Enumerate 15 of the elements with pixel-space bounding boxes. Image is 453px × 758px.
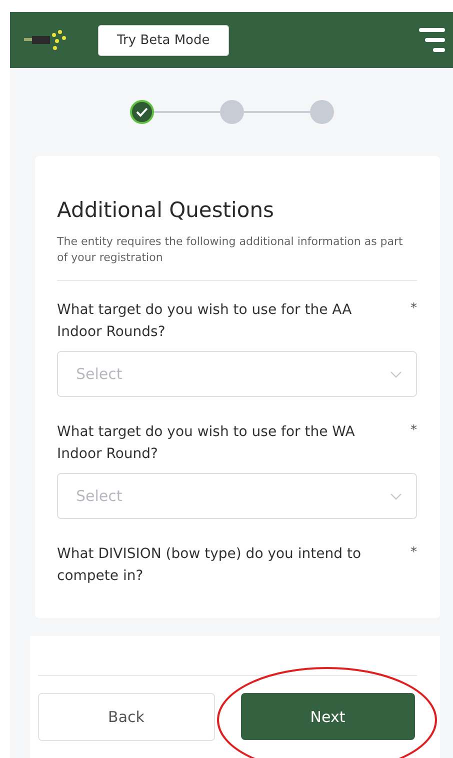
form-title: Additional Questions: [57, 198, 275, 222]
required-asterisk: *: [410, 300, 417, 318]
required-asterisk: *: [410, 544, 417, 562]
form-description: The entity requires the following additional information as part of your registration: [57, 234, 417, 281]
chevron-down-icon: [390, 370, 402, 378]
menu-button[interactable]: [419, 26, 445, 54]
menu-icon: [419, 26, 445, 54]
question-label: What DIVISION (bow type) do you intend to compete in?: [57, 545, 362, 586]
required-asterisk: *: [410, 422, 417, 440]
try-beta-mode-button[interactable]: Try Beta Mode: [98, 24, 229, 56]
question-label: What target do you wish to use for the AA Indoor Rounds?: [57, 301, 353, 342]
question-label: What target do you wish to use for the WA Indoor Round?: [57, 423, 356, 464]
next-button[interactable]: Next: [240, 693, 415, 740]
back-button[interactable]: Back: [38, 693, 214, 741]
chevron-down-icon: [390, 492, 402, 500]
